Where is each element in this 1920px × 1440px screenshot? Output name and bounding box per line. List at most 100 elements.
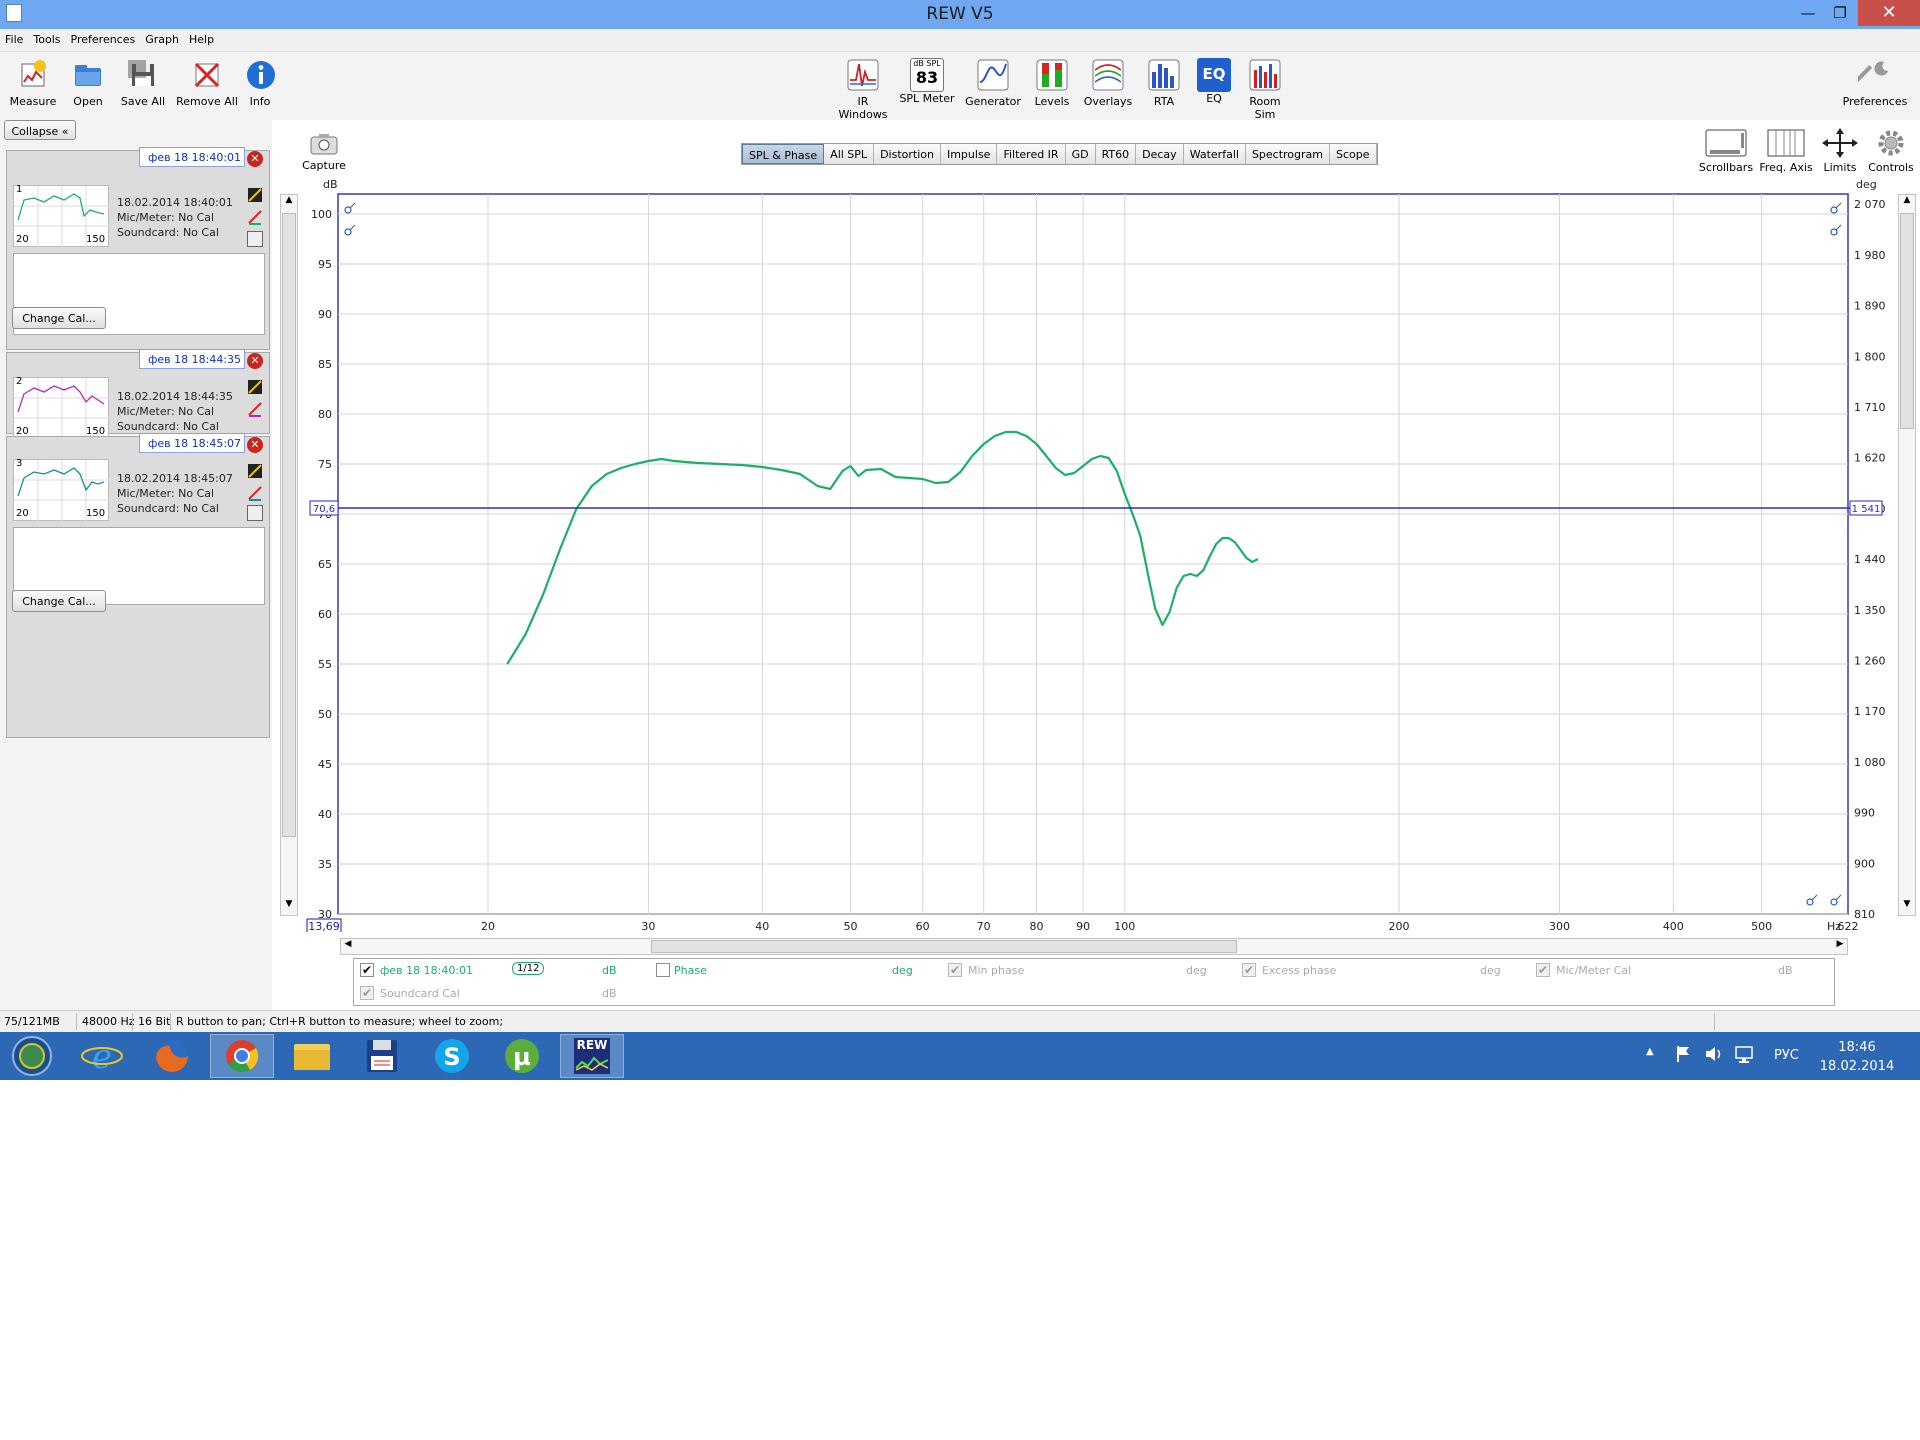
scroll-up-icon[interactable]: ▲ <box>281 195 297 211</box>
taskbar-firefox[interactable] <box>140 1034 204 1078</box>
tab-waterfall[interactable]: Waterfall <box>1183 144 1246 164</box>
start-button[interactable] <box>0 1034 64 1078</box>
close-button[interactable]: ✕ <box>1858 0 1920 26</box>
soundcard-cal-checkbox[interactable]: ✔ <box>360 986 374 1000</box>
language-indicator[interactable]: РУС <box>1774 1048 1799 1063</box>
taskbar-ie[interactable]: e <box>70 1034 134 1078</box>
horizontal-scrollbar[interactable]: ◀ ▶ <box>340 938 1848 955</box>
scroll-left-icon[interactable]: ◀ <box>341 939 355 954</box>
volume-icon[interactable] <box>1704 1044 1724 1064</box>
tab-all-spl[interactable]: All SPL <box>824 144 875 164</box>
tab-decay[interactable]: Decay <box>1136 144 1184 164</box>
scroll-thumb[interactable] <box>651 940 1237 953</box>
remove-measurement-icon[interactable]: ✕ <box>247 151 263 167</box>
action-center-flag-icon[interactable] <box>1674 1044 1692 1064</box>
scroll-thumb[interactable] <box>282 213 296 837</box>
pencil-icon[interactable] <box>247 209 263 225</box>
tab-rt60[interactable]: RT60 <box>1095 144 1137 164</box>
measurement-name-field[interactable]: фев 18 18:44:35 <box>139 349 245 369</box>
pencil-icon[interactable] <box>247 401 263 417</box>
trace-checkbox[interactable]: ✔ <box>360 963 374 977</box>
line-style-icon[interactable] <box>247 187 263 203</box>
limits-button[interactable]: Limits <box>1818 128 1862 174</box>
generator-button[interactable]: Generator <box>964 58 1022 108</box>
ir-windows-button[interactable]: IR Windows <box>832 58 894 121</box>
scroll-down-icon[interactable]: ▼ <box>1899 899 1915 915</box>
remove-measurement-icon[interactable]: ✕ <box>247 353 263 369</box>
scroll-down-icon[interactable]: ▼ <box>281 899 297 915</box>
capture-button[interactable]: Capture <box>302 132 346 172</box>
remove-all-button[interactable]: Remove All <box>176 58 238 108</box>
tab-spl-phase[interactable]: SPL & Phase <box>742 144 825 164</box>
freq-axis-icon <box>1767 129 1805 157</box>
scrollbars-button[interactable]: Scrollbars <box>1696 128 1756 174</box>
collapse-button[interactable]: Collapse « <box>4 120 76 140</box>
taskbar-floppy-app[interactable] <box>350 1034 414 1078</box>
remove-measurement-icon[interactable]: ✕ <box>247 437 263 453</box>
taskbar-explorer[interactable] <box>280 1034 344 1078</box>
line-style-icon[interactable] <box>247 463 263 479</box>
spl-meter-button[interactable]: dB SPL 83 SPL Meter <box>898 58 956 105</box>
preferences-button[interactable]: Preferences <box>1840 58 1910 108</box>
open-button[interactable]: Open <box>66 58 110 108</box>
tab-scope[interactable]: Scope <box>1330 144 1377 164</box>
right-tick-label: 2 070 <box>1854 198 1886 211</box>
measurement-card[interactable]: фев 18 18:44:35 ✕ 2 20 150 18.02.2014 18… <box>6 349 270 440</box>
measure-button[interactable]: Measure <box>8 58 58 108</box>
freq-axis-button[interactable]: Freq. Axis <box>1758 128 1814 174</box>
menu-help[interactable]: Help <box>184 29 219 46</box>
scroll-right-icon[interactable]: ▶ <box>1833 939 1847 954</box>
info-button[interactable]: Info <box>244 58 276 108</box>
save-all-button[interactable]: Save All <box>118 58 168 108</box>
eq-button[interactable]: EQ EQ <box>1196 58 1232 105</box>
maximize-button[interactable]: ❐ <box>1820 0 1860 26</box>
controls-button[interactable]: Controls <box>1866 128 1916 174</box>
excess-phase-checkbox[interactable]: ✔ <box>1242 963 1256 977</box>
change-cal-button[interactable]: Change Cal... <box>12 590 106 612</box>
menu-preferences[interactable]: Preferences <box>66 29 141 46</box>
mic-cal-checkbox[interactable]: ✔ <box>1536 963 1550 977</box>
left-vertical-scrollbar[interactable]: ▲ ▼ <box>280 194 298 916</box>
taskbar-rew[interactable]: REW <box>560 1034 624 1078</box>
spl-phase-graph[interactable]: 20 30 40 50 60 70 80 90 100 200 300 400 500 13,69 622 3… <box>300 190 1900 932</box>
measurement-thumbnail[interactable]: 3 20 150 <box>13 458 110 522</box>
min-phase-checkbox[interactable]: ✔ <box>948 963 962 977</box>
plot-area[interactable] <box>337 193 1849 915</box>
x-min-label[interactable]: 13,69 <box>308 920 340 932</box>
taskbar-utorrent[interactable]: µ <box>490 1034 554 1078</box>
measurement-card[interactable]: фев 18 18:45:07 ✕ 3 20 150 18.02.2014 18… <box>6 433 270 738</box>
network-icon[interactable] <box>1734 1044 1754 1064</box>
tab-impulse[interactable]: Impulse <box>940 144 998 164</box>
scroll-thumb[interactable] <box>1900 213 1914 429</box>
phase-checkbox[interactable] <box>656 963 670 977</box>
overlays-button[interactable]: Overlays <box>1082 58 1134 108</box>
taskbar-skype[interactable]: S <box>420 1034 484 1078</box>
right-vertical-scrollbar[interactable]: ▲ ▼ <box>1898 194 1916 916</box>
clock[interactable]: 18:46 18.02.2014 <box>1814 1038 1900 1076</box>
info-label: Info <box>249 95 271 108</box>
show-hidden-icons[interactable]: ▲ <box>1646 1046 1654 1057</box>
notes-icon[interactable] <box>247 505 263 521</box>
measurement-thumbnail[interactable]: 2 20 150 <box>13 376 110 440</box>
notes-icon[interactable] <box>247 231 263 247</box>
tab-filtered-ir[interactable]: Filtered IR <box>997 144 1066 164</box>
scroll-up-icon[interactable]: ▲ <box>1899 195 1915 211</box>
tab-distortion[interactable]: Distortion <box>874 144 941 164</box>
menu-graph[interactable]: Graph <box>140 29 184 46</box>
pencil-icon[interactable] <box>247 485 263 501</box>
levels-button[interactable]: Levels <box>1032 58 1072 108</box>
tab-spectrogram[interactable]: Spectrogram <box>1245 144 1331 164</box>
tab-gd[interactable]: GD <box>1065 144 1096 164</box>
menu-file[interactable]: File <box>0 29 28 46</box>
change-cal-button[interactable]: Change Cal... <box>12 307 106 329</box>
line-style-icon[interactable] <box>247 379 263 395</box>
memory-status: 75/121MB <box>4 1015 60 1028</box>
smoothing-selector[interactable]: 1/12 <box>512 962 545 975</box>
taskbar-chrome[interactable] <box>210 1034 274 1078</box>
measurement-thumbnail[interactable]: 1 20 150 <box>13 184 110 248</box>
menu-tools[interactable]: Tools <box>28 29 65 46</box>
measurement-name-field[interactable]: фев 18 18:40:01 <box>139 147 245 167</box>
rta-button[interactable]: RTA <box>1144 58 1184 108</box>
room-sim-button[interactable]: Room Sim <box>1238 58 1292 121</box>
measurement-name-field[interactable]: фев 18 18:45:07 <box>139 433 245 453</box>
